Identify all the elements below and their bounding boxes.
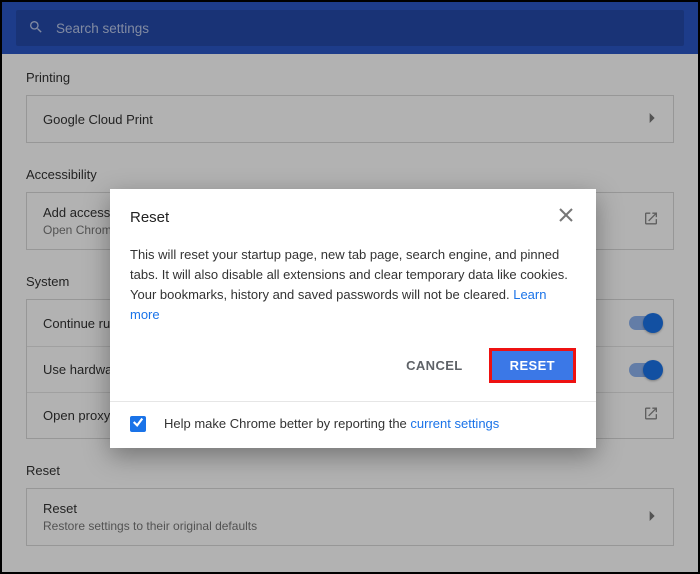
reset-dialog: Reset This will reset your startup page,… <box>110 189 596 448</box>
report-checkbox[interactable] <box>130 416 146 432</box>
dialog-body: This will reset your startup page, new t… <box>110 235 596 332</box>
dialog-body-text: This will reset your startup page, new t… <box>130 247 568 302</box>
check-icon <box>132 416 144 431</box>
dialog-title: Reset <box>130 209 556 226</box>
current-settings-link[interactable]: current settings <box>410 416 499 431</box>
cancel-button[interactable]: CANCEL <box>390 348 479 383</box>
footer-pre: Help make Chrome better by reporting the <box>164 416 410 431</box>
close-button[interactable] <box>556 207 576 227</box>
close-icon <box>559 208 573 227</box>
footer-text: Help make Chrome better by reporting the… <box>164 416 499 431</box>
dialog-footer: Help make Chrome better by reporting the… <box>110 401 596 448</box>
reset-button[interactable]: RESET <box>489 348 576 383</box>
